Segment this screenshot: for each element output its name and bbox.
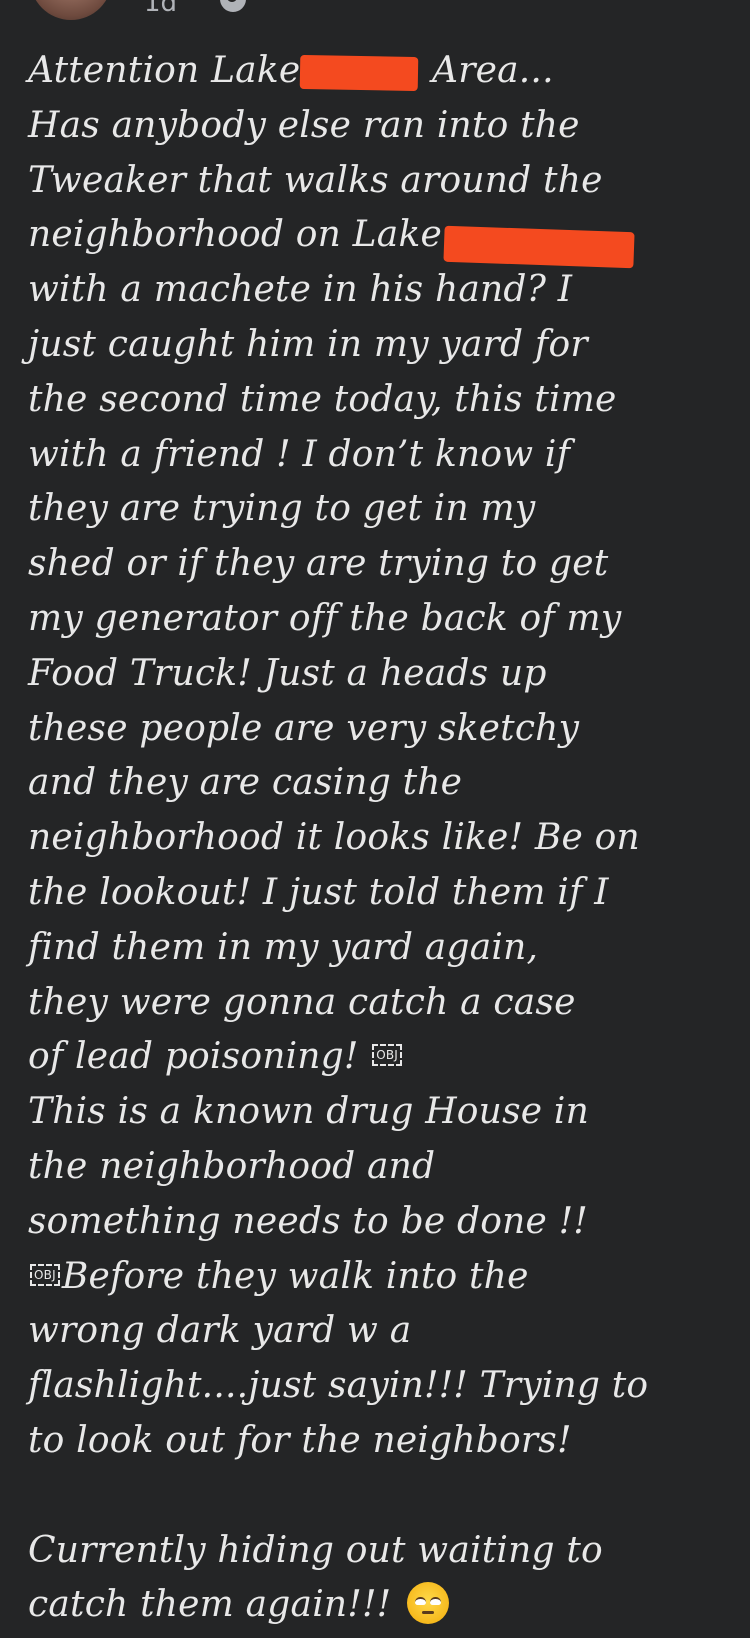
post-line: Attention Lake Area... <box>28 44 740 99</box>
post-line-text: Area... <box>420 50 554 91</box>
redaction-mark <box>443 226 635 269</box>
post-line: the lookout! I just told them if I <box>28 871 609 913</box>
post-header: 1d <box>0 0 750 22</box>
avatar[interactable] <box>30 0 112 20</box>
redaction-mark <box>300 54 419 92</box>
post-line: catch them again!!! <box>28 1578 740 1633</box>
post-line: find them in my yard again, <box>28 926 539 968</box>
post-line: This is a known drug House in <box>28 1091 589 1133</box>
rolling-eyes-emoji-icon <box>406 1582 449 1625</box>
post-line: Has anybody else ran into the <box>28 104 580 146</box>
post-line: shed or if they are trying to get <box>28 543 609 585</box>
post-line: they were gonna catch a case <box>28 981 576 1023</box>
post-line: they are trying to get in my <box>28 488 536 530</box>
post-line-text: Before they walk into the <box>61 1255 529 1297</box>
post-line: OBJ Before they walk into the <box>28 1250 740 1305</box>
post-line: to look out for the neighbors! <box>28 1419 572 1461</box>
post-timestamp[interactable]: 1d <box>144 0 177 18</box>
post-line: something needs to be done !! <box>28 1200 588 1242</box>
post-line: these people are very sketchy <box>28 707 580 749</box>
post-line-text: of lead poisoning! <box>28 1036 371 1078</box>
post-line: just caught him in my yard for <box>28 323 588 365</box>
object-placeholder-icon: OBJ <box>30 1263 60 1286</box>
post-line: neighborhood on Lake <box>28 208 740 269</box>
post-line-text: Attention Lake <box>28 50 301 91</box>
post-text: Attention Lake Area... Has anybody else … <box>28 44 740 1633</box>
post-blank-line <box>28 1469 740 1524</box>
post-line: flashlight....just sayin!!! Trying to <box>28 1365 649 1407</box>
post-line: wrong dark yard w a <box>28 1310 412 1352</box>
post-line: the second time today, this time <box>28 378 617 420</box>
post-line: of lead poisoning! OBJ <box>28 1030 740 1085</box>
globe-icon <box>220 0 246 12</box>
object-placeholder-icon: OBJ <box>372 1044 403 1067</box>
post-line: the neighborhood and <box>28 1145 436 1187</box>
post-line-text: neighborhood on Lake <box>28 214 442 256</box>
post-line: with a friend ! I don’t know if <box>28 433 571 475</box>
post-line-text: catch them again!!! <box>28 1584 403 1626</box>
post-line: and they are casing the <box>28 762 463 804</box>
post-line: with a machete in his hand? I <box>28 269 573 311</box>
post-line: neighborhood it looks like! Be on <box>28 817 640 859</box>
post-line: my generator off the back of my <box>28 597 622 639</box>
post-line: Food Truck! Just a heads up <box>28 652 547 694</box>
post-line: Currently hiding out waiting to <box>28 1529 603 1571</box>
post-line: Tweaker that walks around the <box>28 159 603 201</box>
